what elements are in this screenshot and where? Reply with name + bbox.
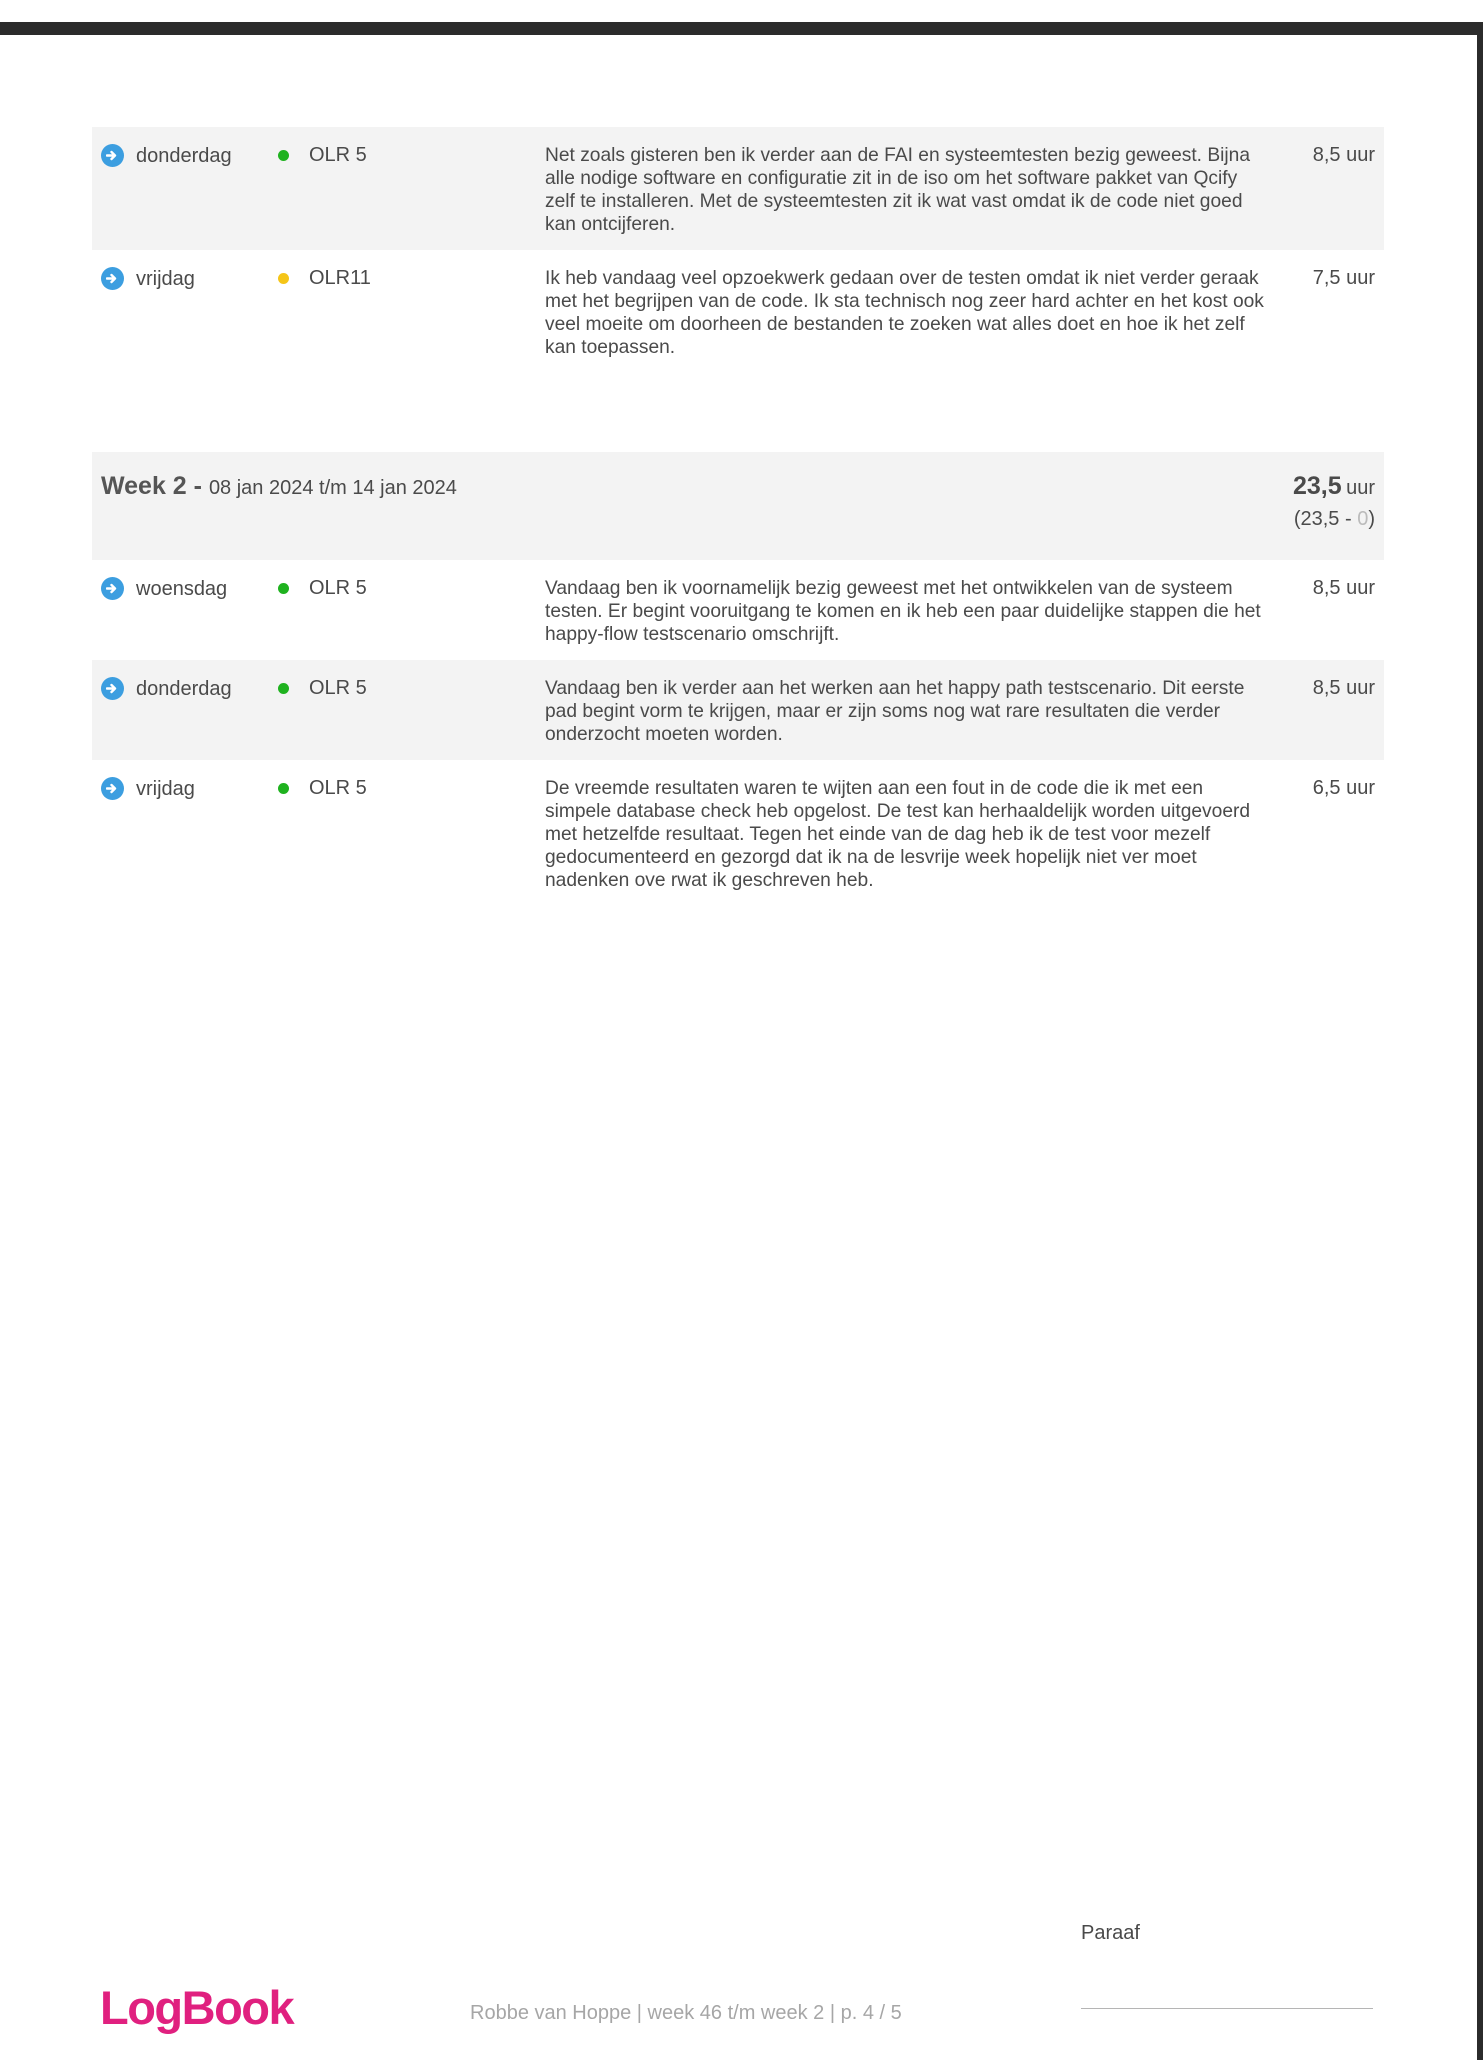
day-cell: woensdag [92, 577, 271, 600]
entry-day: vrijdag [136, 267, 195, 290]
entry-hours: 8,5 uur [1312, 577, 1375, 599]
entry-location: OLR 5 [309, 777, 367, 799]
entry-description: Vandaag ben ik verder aan het werken aan… [545, 678, 1245, 745]
logbook-logo: LogBook [100, 1981, 295, 2034]
entry-location: OLR 5 [309, 677, 367, 699]
day-cell: donderdag [92, 144, 271, 167]
arrow-circle-right-icon[interactable] [101, 777, 124, 800]
week-dates: 08 jan 2024 t/m 14 jan 2024 [208, 477, 457, 499]
entry-day: donderdag [136, 677, 232, 700]
log-entry: donderdag OLR 5 Vandaag ben ik verder aa… [92, 660, 1384, 760]
status-dot-icon [278, 582, 289, 594]
week-total: 23,5 uur [1293, 472, 1375, 501]
location-cell: OLR 5 [271, 677, 532, 699]
week-total-unit: uur [1346, 477, 1375, 499]
signature-line [1081, 2008, 1373, 2009]
log-entry: donderdag OLR 5 Net zoals gisteren ben i… [92, 127, 1384, 250]
entry-hours: 6,5 uur [1312, 777, 1375, 799]
location-cell: OLR 5 [271, 144, 532, 166]
entry-description: Ik heb vandaag veel opzoekwerk gedaan ov… [545, 268, 1264, 358]
entry-description: De vreemde resultaten waren te wijten aa… [545, 778, 1251, 891]
entry-description: Net zoals gisteren ben ik verder aan de … [545, 145, 1250, 235]
status-dot-icon [278, 149, 289, 161]
entry-description: Vandaag ben ik voornamelijk bezig gewees… [545, 578, 1261, 645]
week-total-hours: 23,5 [1292, 472, 1342, 500]
entry-hours: 8,5 uur [1312, 144, 1375, 166]
location-cell: OLR11 [271, 267, 532, 289]
balance-close: ) [1368, 508, 1375, 530]
page-top-bar [0, 22, 1483, 35]
log-entry: woensdag OLR 5 Vandaag ben ik voornameli… [92, 560, 1384, 660]
balance-open: (23,5 - [1293, 508, 1358, 530]
arrow-circle-right-icon[interactable] [101, 267, 124, 290]
log-entry: vrijdag OLR11 Ik heb vandaag veel opzoek… [92, 250, 1384, 373]
entry-hours: 7,5 uur [1312, 267, 1375, 289]
location-cell: OLR 5 [271, 577, 532, 599]
page-right-border [1477, 22, 1483, 2060]
day-cell: vrijdag [92, 267, 271, 290]
entry-location: OLR11 [309, 267, 371, 289]
week-header: Week 2 - 08 jan 2024 t/m 14 jan 2024 23,… [92, 452, 1384, 560]
week-label: Week 2 - [101, 472, 202, 500]
day-cell: vrijdag [92, 777, 271, 800]
entry-day: donderdag [136, 144, 232, 167]
day-cell: donderdag [92, 677, 271, 700]
arrow-circle-right-icon[interactable] [101, 577, 124, 600]
location-cell: OLR 5 [271, 777, 532, 799]
signature-label: Paraaf [1081, 1922, 1140, 1944]
balance-zero: 0 [1357, 508, 1369, 530]
log-entry: vrijdag OLR 5 De vreemde resultaten ware… [92, 760, 1384, 906]
entry-day: woensdag [136, 577, 228, 600]
entry-hours: 8,5 uur [1312, 677, 1375, 699]
arrow-circle-right-icon[interactable] [101, 144, 124, 167]
status-dot-icon [278, 782, 289, 794]
page-top-edge [0, 0, 1483, 23]
footer-info: Robbe van Hoppe | week 46 t/m week 2 | p… [470, 2002, 902, 2024]
entry-day: vrijdag [136, 777, 195, 800]
week-title: Week 2 - 08 jan 2024 t/m 14 jan 2024 [101, 472, 457, 501]
logbook-content: donderdag OLR 5 Net zoals gisteren ben i… [92, 127, 1384, 906]
week-balance: (23,5 - 0) [1294, 508, 1375, 531]
status-dot-icon [278, 272, 289, 284]
entry-location: OLR 5 [309, 144, 367, 166]
entry-location: OLR 5 [309, 577, 367, 599]
status-dot-icon [278, 682, 289, 694]
arrow-circle-right-icon[interactable] [101, 677, 124, 700]
